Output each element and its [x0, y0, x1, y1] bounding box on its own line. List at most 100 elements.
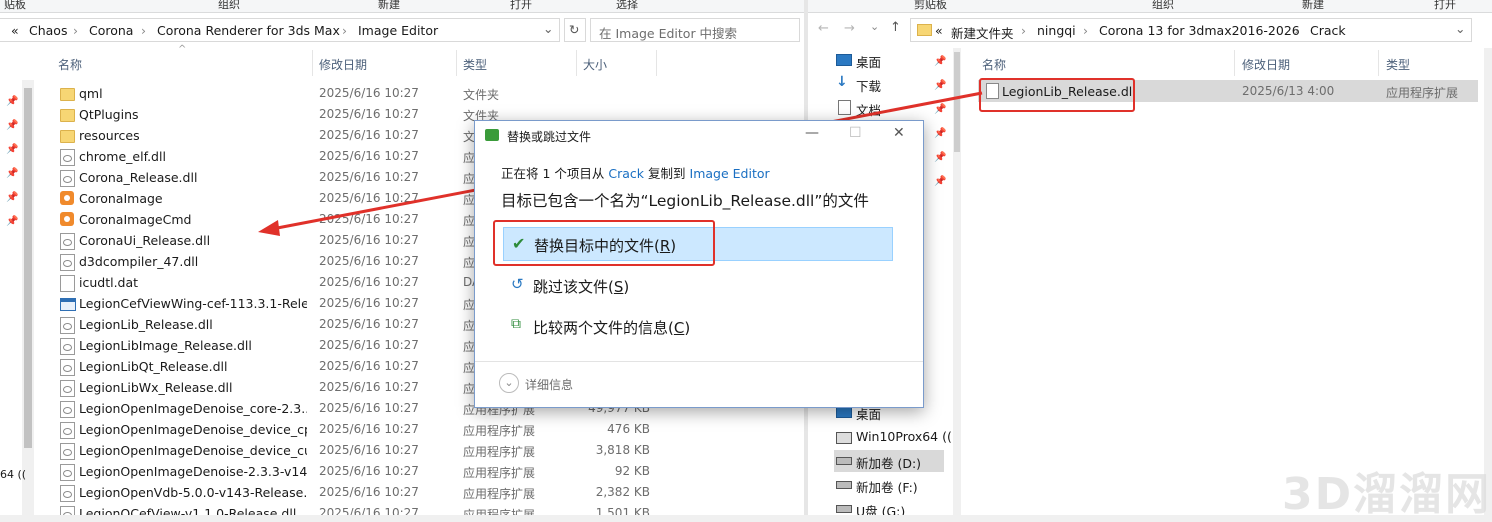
breadcrumb-ningqi[interactable]: ningqi — [1037, 23, 1076, 38]
file-name: CoronaUi_Release.dll — [79, 233, 211, 248]
destination-link[interactable]: Image Editor — [690, 166, 770, 181]
table-row[interactable]: LegionOpenImageDenoise_device_cp... 2025/… — [36, 419, 804, 440]
forward-icon[interactable]: → — [844, 21, 855, 36]
source-link[interactable]: Crack — [608, 166, 644, 181]
right-file-scrollbar[interactable] — [1484, 48, 1492, 515]
nav-item-drive-fragment[interactable]: 64 (( — [0, 468, 26, 481]
chevron-down-icon[interactable]: ⌄ — [870, 20, 879, 33]
ribbon-open[interactable]: 打开 — [510, 0, 532, 12]
corona-app-icon — [60, 191, 74, 205]
nav-item-drive-g[interactable]: U盘 (G:) — [856, 501, 905, 515]
compare-button[interactable]: ⧉ 比较两个文件的信息(C) — [503, 310, 891, 342]
file-date: 2025/6/16 10:27 — [319, 254, 419, 268]
breadcrumb-separator: › — [73, 23, 78, 38]
breadcrumb-image-editor[interactable]: Image Editor — [358, 23, 438, 38]
file-date: 2025/6/16 10:27 — [319, 128, 419, 142]
refresh-button[interactable]: ↻ — [564, 18, 586, 42]
pin-icon[interactable]: 📌 — [6, 216, 18, 227]
pin-icon[interactable]: 📌 — [934, 128, 946, 139]
nav-item-this-pc[interactable]: Win10Prox64 (( — [856, 429, 952, 444]
breadcrumb-chaos[interactable]: Chaos — [29, 23, 67, 38]
file-name: CoronaImage — [79, 191, 163, 206]
dll-file-icon — [60, 380, 75, 397]
nav-item-drive-f[interactable]: 新加卷 (F:) — [856, 477, 918, 496]
close-icon[interactable]: ✕ — [893, 125, 905, 141]
pin-icon[interactable]: 📌 — [934, 104, 946, 115]
dll-file-icon — [60, 485, 75, 502]
pin-icon[interactable]: 📌 — [6, 144, 18, 155]
pin-icon[interactable]: 📌 — [934, 56, 946, 67]
breadcrumb-crack[interactable]: Crack — [1310, 23, 1346, 38]
details-toggle[interactable]: 详细信息 — [525, 376, 573, 393]
breadcrumb-corona13[interactable]: Corona 13 for 3dmax2016-2026 — [1099, 23, 1300, 38]
pin-icon[interactable]: 📌 — [934, 152, 946, 163]
compare-icon: ⧉ — [511, 316, 521, 332]
pin-icon[interactable]: 📌 — [6, 96, 18, 107]
ribbon-clipboard[interactable]: 剪贴板 — [914, 0, 947, 12]
nav-item-drive-d[interactable]: 新加卷 (D:) — [856, 453, 921, 472]
scrollbar-thumb[interactable] — [24, 88, 32, 448]
dialog-separator — [475, 361, 923, 362]
column-divider[interactable] — [1234, 50, 1235, 76]
pin-icon[interactable]: 📌 — [6, 168, 18, 179]
column-divider[interactable] — [456, 50, 457, 76]
file-name: LegionLibImage_Release.dll — [79, 338, 252, 353]
table-row[interactable]: qml 2025/6/16 10:27 文件夹 — [36, 83, 804, 104]
watermark-logo: 3D溜溜网 — [1282, 469, 1492, 520]
file-name: LegionOpenImageDenoise_device_cu... — [79, 443, 307, 458]
search-input[interactable]: 在 Image Editor 中搜索 — [590, 18, 800, 42]
minimize-icon[interactable]: — — [805, 125, 819, 141]
pin-icon[interactable]: 📌 — [6, 120, 18, 131]
left-address-bar[interactable]: « Chaos › Corona › Corona Renderer for 3… — [0, 18, 560, 42]
skip-button[interactable]: ↺ 跳过该文件(S) — [503, 269, 891, 301]
up-icon[interactable]: ↑ — [890, 20, 901, 35]
file-type: 应用程序扩展 — [1386, 86, 1459, 100]
chevron-down-icon[interactable]: ⌄ — [1455, 21, 1465, 36]
left-ribbon: 贴板 组织 新建 打开 选择 — [0, 0, 804, 13]
ribbon-organize[interactable]: 组织 — [218, 0, 240, 12]
ribbon-organize[interactable]: 组织 — [1152, 0, 1174, 12]
breadcrumb-corona-renderer[interactable]: Corona Renderer for 3ds Max — [157, 23, 340, 38]
back-icon[interactable]: ← — [818, 21, 829, 36]
ribbon-select[interactable]: 选择 — [616, 0, 638, 12]
ribbon-new[interactable]: 新建 — [1302, 0, 1324, 12]
column-divider[interactable] — [576, 50, 577, 76]
pin-icon[interactable]: 📌 — [6, 192, 18, 203]
table-row[interactable]: LegionQCefView-v1.1.0-Release.dll 2025/6/… — [36, 503, 804, 515]
scrollbar-thumb[interactable] — [954, 52, 960, 152]
file-date: 2025/6/16 10:27 — [319, 506, 419, 515]
right-address-bar[interactable]: « 新建文件夹 › ningqi › Corona 13 for 3dmax20… — [910, 18, 1472, 42]
breadcrumb-corona[interactable]: Corona — [89, 23, 133, 38]
file-size: 3,818 KB — [595, 443, 650, 457]
nav-item-documents[interactable]: 文档 — [856, 100, 881, 119]
ribbon-new[interactable]: 新建 — [378, 0, 400, 12]
breadcrumb-overflow[interactable]: « — [935, 23, 943, 38]
table-row[interactable]: LegionOpenImageDenoise-2.3.3-v14... 2025/… — [36, 461, 804, 482]
file-icon — [60, 275, 75, 292]
expand-details-icon[interactable]: ⌄ — [499, 373, 519, 393]
column-divider[interactable] — [656, 50, 657, 76]
left-nav-scrollbar[interactable] — [22, 80, 34, 515]
nav-item-desktop[interactable]: 桌面 — [856, 52, 881, 71]
right-address-row: ← → ⌄ ↑ « 新建文件夹 › ningqi › Corona 13 for… — [808, 16, 1492, 44]
column-divider[interactable] — [1378, 50, 1379, 76]
breadcrumb-separator: › — [1021, 23, 1026, 38]
table-row[interactable]: LegionOpenImageDenoise_device_cu... 2025/… — [36, 440, 804, 461]
dll-file-icon — [60, 254, 75, 271]
pin-icon[interactable]: 📌 — [934, 80, 946, 91]
ribbon-clipboard[interactable]: 贴板 — [4, 0, 26, 12]
column-divider[interactable] — [312, 50, 313, 76]
file-size: 1,501 KB — [595, 506, 650, 515]
pin-icon[interactable]: 📌 — [934, 176, 946, 187]
breadcrumb-overflow[interactable]: « — [11, 23, 19, 38]
ribbon-open[interactable]: 打开 — [1434, 0, 1456, 12]
dll-file-icon — [60, 338, 75, 355]
chevron-down-icon[interactable]: ⌄ — [543, 21, 553, 36]
corona-app-icon — [60, 212, 74, 226]
right-nav-scrollbar[interactable] — [953, 48, 961, 515]
file-date: 2025/6/16 10:27 — [319, 275, 419, 289]
table-row[interactable]: LegionOpenVdb-5.0.0-v143-Release.dll 2025… — [36, 482, 804, 503]
nav-item-downloads[interactable]: 下载 — [856, 76, 881, 95]
breadcrumb-new-folder[interactable]: 新建文件夹 — [951, 23, 1014, 42]
dll-file-icon — [60, 170, 75, 187]
